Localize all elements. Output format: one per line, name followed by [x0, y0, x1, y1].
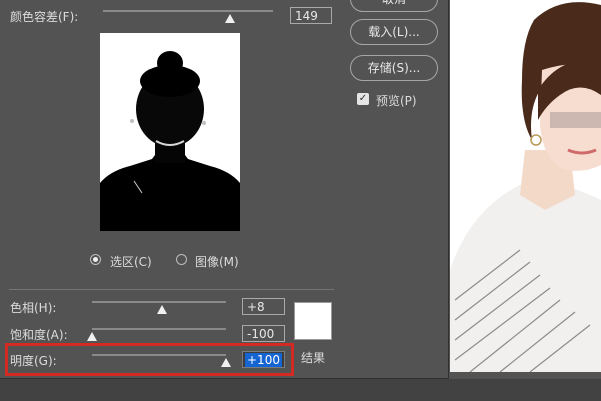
result-label: 结果	[301, 351, 326, 365]
hue-label: 色相(H):	[10, 301, 57, 315]
fuzziness-label: 颜色容差(F):	[10, 10, 79, 24]
save-button[interactable]: 存储(S)...	[350, 55, 438, 81]
background-strip	[0, 379, 601, 401]
replace-color-dialog: 颜色容差(F): 149 取消 载入(L)... 存储(S)... ✓ 预览(P…	[0, 0, 449, 379]
cancel-button[interactable]: 取消	[350, 0, 438, 12]
section-divider	[9, 289, 334, 290]
fuzziness-slider-track[interactable]	[103, 10, 273, 12]
portrait-image	[450, 0, 601, 372]
hue-slider-track[interactable]	[92, 301, 226, 303]
result-color-swatch[interactable]	[294, 302, 332, 340]
canvas-photo	[450, 0, 601, 372]
saturation-label: 饱和度(A):	[10, 328, 68, 342]
fuzziness-slider-thumb[interactable]	[225, 14, 235, 23]
annotation-highlight-box	[5, 343, 294, 376]
image-radio[interactable]	[176, 254, 187, 265]
selection-radio[interactable]	[90, 254, 101, 265]
fuzziness-input[interactable]: 149	[290, 7, 332, 24]
hue-slider-thumb[interactable]	[156, 305, 167, 314]
saturation-input[interactable]: -100	[242, 325, 285, 342]
preview-checkbox[interactable]: ✓	[357, 93, 369, 105]
load-button[interactable]: 载入(L)...	[350, 19, 438, 45]
saturation-slider-thumb[interactable]	[87, 332, 97, 341]
hue-input[interactable]: +8	[242, 298, 285, 315]
saturation-slider-track[interactable]	[92, 328, 226, 330]
selection-mask-image	[100, 51, 240, 231]
selection-radio-label: 选区(C)	[110, 255, 152, 269]
image-radio-label: 图像(M)	[195, 255, 239, 269]
selection-preview[interactable]	[100, 33, 240, 231]
preview-label: 预览(P)	[376, 94, 417, 108]
